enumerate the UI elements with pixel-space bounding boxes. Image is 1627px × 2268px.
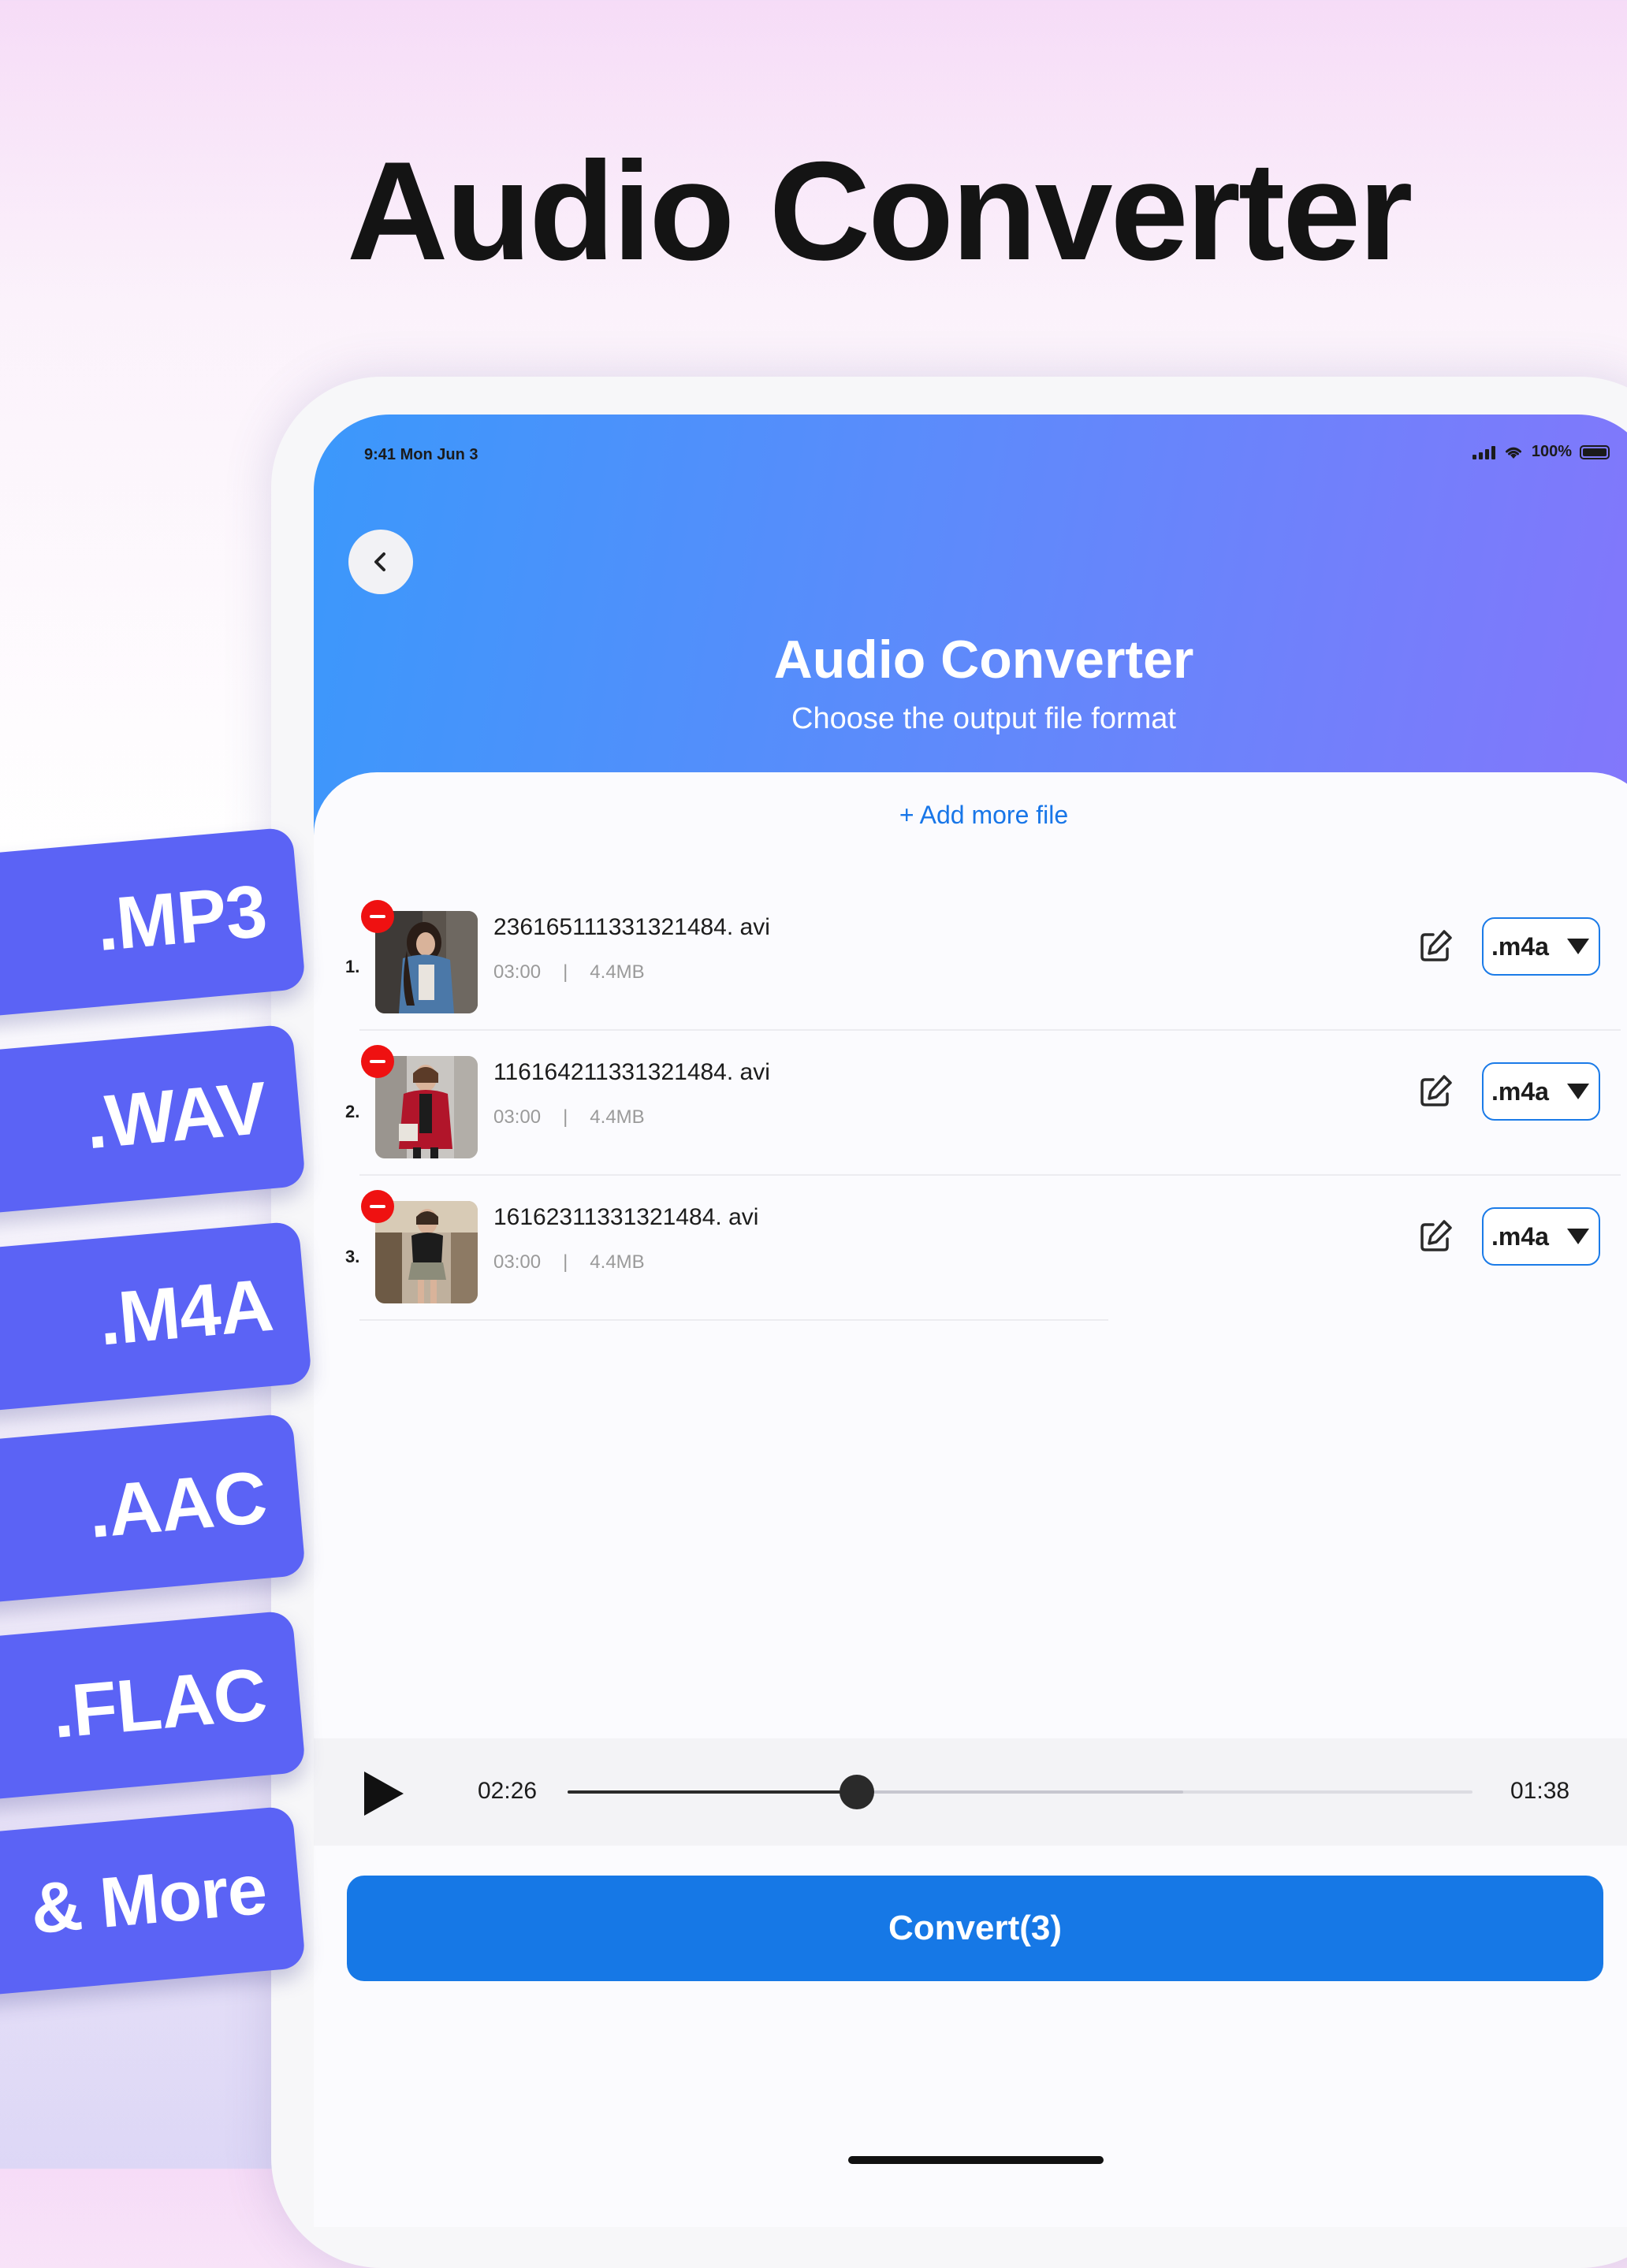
caret-down-icon — [1567, 1084, 1589, 1099]
screen-subtitle: Choose the output file format — [791, 702, 1176, 735]
format-value: .m4a — [1491, 931, 1549, 961]
file-name: 236165111331321484. avi — [493, 914, 770, 940]
file-meta: 03:00 | 4.4MB — [493, 1106, 645, 1128]
file-name: 16162311331321484. avi — [493, 1204, 759, 1230]
remove-file-button[interactable] — [361, 1045, 394, 1078]
page-headline: Audio Converter — [347, 132, 1413, 289]
remaining-time: 01:38 — [1510, 1778, 1570, 1804]
app-screen: 9:41 Mon Jun 3 100% Audio Converter Choo… — [314, 415, 1627, 2227]
edit-icon[interactable] — [1416, 1215, 1457, 1256]
file-index: 2. — [345, 1102, 360, 1121]
meta-separator: | — [563, 1251, 568, 1273]
file-size: 4.4MB — [590, 1251, 645, 1273]
format-tag-more: & More — [0, 1805, 307, 1998]
status-indicators: 100% — [1472, 443, 1610, 461]
home-indicator — [848, 2156, 1104, 2164]
file-index: 1. — [345, 957, 360, 976]
format-tag-aac: .AAC — [0, 1413, 307, 1605]
battery-icon — [1580, 444, 1610, 459]
file-size: 4.4MB — [590, 961, 645, 983]
file-index: 3. — [345, 1247, 360, 1266]
file-meta: 03:00 | 4.4MB — [493, 961, 645, 983]
format-tag-wav: .WAV — [0, 1024, 307, 1216]
played-bar — [568, 1790, 858, 1794]
format-dropdown[interactable]: .m4a — [1482, 1062, 1600, 1121]
format-dropdown[interactable]: .m4a — [1482, 917, 1600, 976]
play-icon[interactable] — [364, 1772, 404, 1816]
format-value: .m4a — [1491, 1076, 1549, 1106]
remove-file-button[interactable] — [361, 900, 394, 933]
signal-icon — [1472, 445, 1495, 459]
add-more-file-button[interactable]: + Add more file — [314, 801, 1627, 830]
status-time: 9:41 Mon Jun 3 — [364, 446, 478, 463]
screen-title: Audio Converter — [773, 630, 1194, 690]
edit-icon[interactable] — [1416, 925, 1457, 966]
row-divider — [359, 1319, 1108, 1321]
file-duration: 03:00 — [493, 1106, 542, 1128]
file-row: 3. 16162311331321484. avi 03:00 | 4.4MB — [314, 1177, 1622, 1322]
row-divider — [359, 1029, 1621, 1031]
file-meta: 03:00 | 4.4MB — [493, 1251, 645, 1273]
file-row: 1. 236165111331321484. avi 03:00 | 4.4MB… — [314, 887, 1622, 1032]
file-row: 2. 116164211331321484. avi 03:00 | 4.4MB — [314, 1032, 1622, 1177]
file-size: 4.4MB — [590, 1106, 645, 1128]
remove-file-button[interactable] — [361, 1190, 394, 1223]
wifi-icon — [1505, 447, 1521, 459]
convert-button[interactable]: Convert(3) — [347, 1876, 1603, 1981]
seek-thumb[interactable] — [840, 1775, 875, 1809]
file-name: 116164211331321484. avi — [493, 1059, 770, 1085]
edit-icon[interactable] — [1416, 1070, 1457, 1111]
caret-down-icon — [1567, 1229, 1589, 1244]
file-duration: 03:00 — [493, 1251, 542, 1273]
caret-down-icon — [1567, 939, 1589, 954]
seek-bar[interactable] — [568, 1775, 1472, 1809]
meta-separator: | — [563, 961, 568, 983]
battery-percent: 100% — [1531, 443, 1572, 460]
status-bar: 9:41 Mon Jun 3 100% — [364, 430, 1610, 463]
format-tag-m4a: .M4A — [0, 1221, 313, 1413]
row-divider — [359, 1174, 1621, 1176]
file-duration: 03:00 — [493, 961, 542, 983]
meta-separator: | — [563, 1106, 568, 1128]
format-tag-flac: .FLAC — [0, 1610, 307, 1802]
back-button[interactable] — [348, 530, 413, 594]
format-dropdown[interactable]: .m4a — [1482, 1207, 1600, 1266]
audio-player: 02:26 01:38 — [314, 1738, 1627, 1846]
format-value: .m4a — [1491, 1221, 1549, 1251]
elapsed-time: 02:26 — [478, 1778, 538, 1804]
chevron-left-icon — [374, 552, 385, 571]
format-tag-mp3: .MP3 — [0, 827, 307, 1019]
